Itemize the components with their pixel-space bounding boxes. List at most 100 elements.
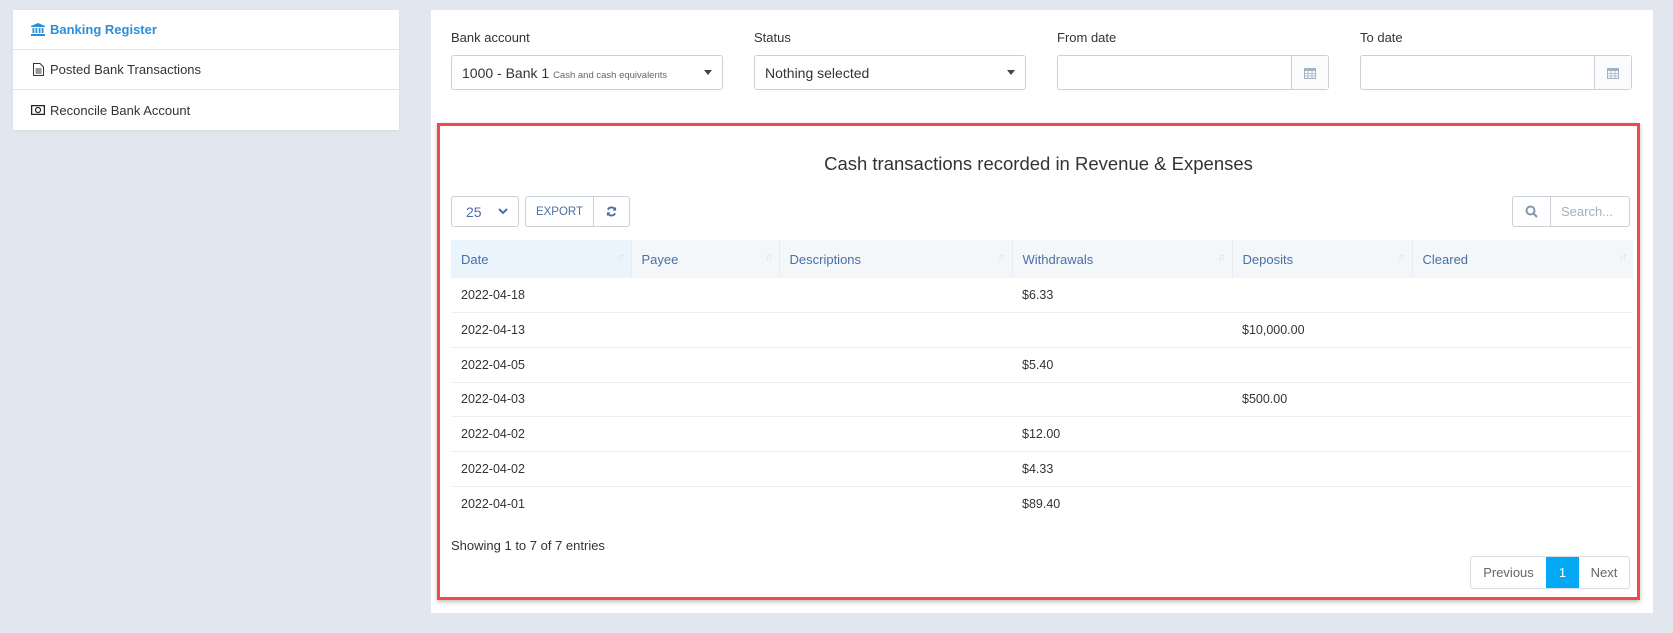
cell-descriptions: [779, 278, 1012, 314]
cell-withdrawals: $5.40: [1012, 347, 1232, 383]
status-select[interactable]: Nothing selected: [754, 55, 1026, 90]
sidebar: Banking Register Posted Bank Transaction…: [13, 10, 399, 130]
column-label: Deposits: [1242, 251, 1294, 267]
column-label: Withdrawals: [1022, 251, 1094, 267]
money-icon: [30, 103, 46, 117]
cell-date: 2022-04-05: [451, 347, 631, 383]
table-row[interactable]: 2022-04-02 $4.33: [451, 451, 1633, 487]
cell-payee: [631, 278, 779, 314]
page-length-select[interactable]: 25: [451, 196, 519, 227]
cell-deposits: $500.00: [1232, 382, 1412, 418]
status-filter: Status Nothing selected: [754, 30, 1026, 90]
cell-deposits: [1232, 416, 1412, 452]
cell-cleared: [1412, 382, 1633, 418]
table-row[interactable]: 2022-04-02 $12.00: [451, 416, 1633, 452]
sidebar-item-label: Banking Register: [50, 22, 157, 37]
column-label: Date: [461, 251, 489, 267]
main-panel: Bank account 1000 - Bank 1 Cash and cash…: [431, 10, 1653, 613]
column-label: Descriptions: [789, 251, 862, 267]
column-header-deposits[interactable]: Deposits ↓↑: [1231, 240, 1412, 278]
cell-descriptions: [779, 382, 1012, 418]
cell-cleared: [1412, 278, 1633, 314]
sort-icon: ↓↑: [997, 252, 1006, 263]
cell-cleared: [1412, 416, 1633, 452]
bank-account-filter: Bank account 1000 - Bank 1 Cash and cash…: [451, 30, 723, 90]
previous-page-button[interactable]: Previous: [1471, 557, 1546, 588]
document-icon: [30, 63, 46, 77]
cell-deposits: [1232, 347, 1412, 383]
bank-icon: [30, 23, 46, 37]
sidebar-item-label: Posted Bank Transactions: [50, 62, 202, 77]
sidebar-item-reconcile-bank-account[interactable]: Reconcile Bank Account: [13, 90, 399, 130]
cell-cleared: [1412, 486, 1633, 521]
table-row[interactable]: 2022-04-05 $5.40: [451, 347, 1633, 383]
refresh-button[interactable]: [594, 197, 629, 226]
sort-icon: ↓↑: [1619, 252, 1627, 263]
cell-deposits: [1232, 486, 1412, 521]
cell-payee: [631, 416, 779, 452]
cell-cleared: [1412, 347, 1633, 383]
page-length-value: 25: [466, 203, 482, 220]
table-toolbar: 25 EXPORT: [451, 196, 630, 227]
cell-withdrawals: $12.00: [1012, 416, 1232, 452]
cell-payee: [631, 382, 779, 418]
report-highlight: Cash transactions recorded in Revenue & …: [437, 123, 1640, 600]
cell-withdrawals: [1012, 382, 1232, 418]
bank-account-label: Bank account: [451, 30, 530, 45]
column-label: Cleared: [1422, 251, 1469, 267]
sidebar-item-banking-register[interactable]: Banking Register: [13, 10, 399, 50]
column-label: Payee: [641, 251, 679, 267]
cell-date: 2022-04-18: [451, 278, 631, 314]
calendar-icon[interactable]: [1594, 56, 1631, 89]
transactions-table: Date ↓↑ Payee ↓↑ Descriptions ↓↑ Withdrawals ↓↑…: [451, 240, 1633, 521]
column-header-descriptions[interactable]: Descriptions ↓↑: [778, 240, 1012, 278]
table-row[interactable]: 2022-04-03 $500.00: [451, 382, 1633, 418]
cell-date: 2022-04-13: [451, 312, 631, 348]
to-date-input[interactable]: [1361, 56, 1594, 89]
cell-date: 2022-04-02: [451, 416, 631, 452]
table-row[interactable]: 2022-04-18 $6.33: [451, 278, 1633, 314]
cell-payee: [631, 312, 779, 348]
cell-payee: [631, 486, 779, 521]
cell-withdrawals: $4.33: [1012, 451, 1232, 487]
bank-account-value: 1000 - Bank 1: [462, 64, 550, 81]
table-row[interactable]: 2022-04-01 $89.40: [451, 486, 1633, 521]
refresh-icon: [606, 206, 617, 217]
from-date-label: From date: [1057, 30, 1117, 45]
pagination: Previous 1 Next: [1470, 556, 1630, 589]
cell-descriptions: [779, 451, 1012, 487]
search-icon[interactable]: [1513, 197, 1551, 226]
to-date-label: To date: [1360, 30, 1403, 45]
chevron-down-icon: [498, 208, 508, 215]
cell-descriptions: [779, 486, 1012, 521]
column-header-cleared[interactable]: Cleared ↓↑: [1411, 240, 1633, 278]
report-title: Cash transactions recorded in Revenue & …: [824, 153, 1253, 174]
bank-account-select[interactable]: 1000 - Bank 1 Cash and cash equivalents: [451, 55, 723, 90]
cell-payee: [631, 347, 779, 383]
page-1-button[interactable]: 1: [1546, 557, 1579, 588]
column-header-withdrawals[interactable]: Withdrawals ↓↑: [1011, 240, 1232, 278]
cell-payee: [631, 451, 779, 487]
cell-cleared: [1412, 451, 1633, 487]
column-header-date[interactable]: Date ↓↑: [451, 240, 631, 278]
next-page-button[interactable]: Next: [1579, 557, 1629, 588]
cell-withdrawals: $89.40: [1022, 496, 1061, 511]
table-row[interactable]: 2022-04-13 $10,000.00: [451, 312, 1633, 348]
sort-icon: ↓↑: [1217, 252, 1226, 263]
bank-account-subtext: Cash and cash equivalents: [553, 69, 668, 81]
calendar-icon[interactable]: [1291, 56, 1328, 89]
sidebar-item-posted-bank-transactions[interactable]: Posted Bank Transactions: [13, 50, 399, 90]
from-date-input[interactable]: [1058, 56, 1291, 89]
caret-down-icon: [1007, 70, 1015, 75]
cell-deposits: [1232, 451, 1412, 487]
search-box: [1512, 196, 1630, 227]
cell-withdrawals: [1012, 312, 1232, 348]
search-input[interactable]: [1551, 197, 1629, 226]
export-button[interactable]: EXPORT: [526, 197, 594, 226]
from-date-filter: From date: [1057, 30, 1329, 90]
cell-withdrawals: $6.33: [1012, 278, 1232, 314]
column-header-payee[interactable]: Payee ↓↑: [630, 240, 779, 278]
cell-descriptions: [779, 347, 1012, 383]
cell-date: 2022-04-02: [451, 451, 631, 487]
sort-icon: ↓↑: [1397, 252, 1406, 263]
